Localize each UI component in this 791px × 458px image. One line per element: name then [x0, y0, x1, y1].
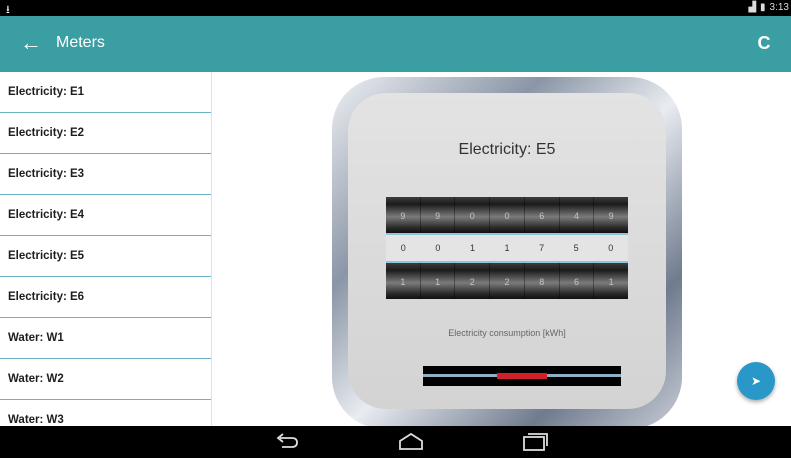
drum-digit: 1: [593, 263, 628, 299]
send-icon: ➤: [750, 374, 762, 388]
list-item-label: Electricity: E4: [8, 209, 85, 221]
reading-digit: 5: [573, 243, 579, 253]
page-title: Meters: [56, 34, 105, 51]
back-arrow-icon[interactable]: ←: [18, 30, 44, 56]
meter-bezel: Electricity: E5 9 9 0 0 6 4 9 0 0 1 1 7 …: [332, 77, 682, 426]
list-item-w2[interactable]: Water: W2: [0, 359, 211, 400]
drum-digit: 6: [558, 263, 594, 299]
reading-digit: 1: [469, 243, 475, 253]
drum-digit: 9: [593, 197, 628, 233]
drum-digit: 0: [454, 197, 489, 233]
list-item-label: Water: W3: [8, 414, 64, 426]
list-item-label: Electricity: E3: [8, 168, 85, 180]
list-item-label: Water: W2: [8, 373, 64, 385]
rotation-indicator: [423, 366, 621, 386]
list-item-e1[interactable]: Electricity: E1: [0, 72, 211, 113]
list-item-label: Electricity: E2: [8, 127, 85, 139]
drum-digit: 1: [400, 277, 406, 287]
nav-home-icon[interactable]: [396, 431, 426, 453]
reading-digit: 0: [435, 243, 441, 253]
meter-list: Electricity: E1 Electricity: E2 Electric…: [0, 72, 212, 426]
list-item-e4[interactable]: Electricity: E4: [0, 195, 211, 236]
consumption-label: Electricity consumption [kWh]: [448, 328, 566, 338]
list-item-e2[interactable]: Electricity: E2: [0, 113, 211, 154]
list-item-e3[interactable]: Electricity: E3: [0, 154, 211, 195]
list-item-e5[interactable]: Electricity: E5: [0, 236, 211, 277]
meter-detail: Electricity: E5 9 9 0 0 6 4 9 0 0 1 1 7 …: [212, 72, 791, 426]
drum-digit: 8: [523, 263, 559, 299]
reading-digit: 0: [400, 243, 406, 253]
app-bar: ← Meters C: [0, 16, 791, 72]
list-item-label: Electricity: E5: [8, 250, 85, 262]
status-bar: ⭳ ▟ ▮ 3:13: [0, 0, 791, 16]
counter-reading: 0 0 1 1 7 5 0: [386, 235, 628, 261]
nav-recents-icon[interactable]: [520, 431, 550, 453]
drum-digit: 4: [558, 197, 594, 233]
clock: 3:13: [769, 2, 789, 13]
counter-drum-top: 9 9 0 0 6 4 9: [386, 197, 628, 235]
refresh-icon[interactable]: C: [751, 30, 777, 56]
send-fab-button[interactable]: ➤: [737, 362, 775, 400]
list-item-w1[interactable]: Water: W1: [0, 318, 211, 359]
indicator-red-mark: [497, 373, 547, 379]
drum-digit: 2: [454, 263, 489, 299]
signal-icon: ▟: [748, 2, 757, 13]
drum-digit: 1: [419, 263, 455, 299]
drum-digit: 2: [489, 263, 524, 299]
drum-digit: 0: [489, 197, 524, 233]
nav-back-icon[interactable]: [272, 431, 302, 453]
list-item-label: Water: W1: [8, 332, 64, 344]
drum-digit: 9: [419, 197, 455, 233]
list-item-label: Electricity: E6: [8, 291, 85, 303]
reading-digit: 1: [504, 243, 510, 253]
list-item-label: Electricity: E1: [8, 86, 85, 98]
system-nav-bar: [0, 426, 791, 458]
drum-digit: 9: [400, 211, 406, 221]
status-icons: ▟ ▮ 3:13: [748, 2, 789, 13]
drum-digit: 6: [523, 197, 559, 233]
meter-face: Electricity: E5 9 9 0 0 6 4 9 0 0 1 1 7 …: [348, 93, 666, 409]
list-item-e6[interactable]: Electricity: E6: [0, 277, 211, 318]
battery-icon: ▮: [760, 2, 766, 13]
counter-drum-bottom: 1 1 2 2 8 6 1: [386, 261, 628, 299]
reading-digit: 0: [608, 243, 614, 253]
reading-digit: 7: [539, 243, 545, 253]
list-item-w3[interactable]: Water: W3: [0, 400, 211, 426]
meter-title: Electricity: E5: [458, 141, 556, 158]
